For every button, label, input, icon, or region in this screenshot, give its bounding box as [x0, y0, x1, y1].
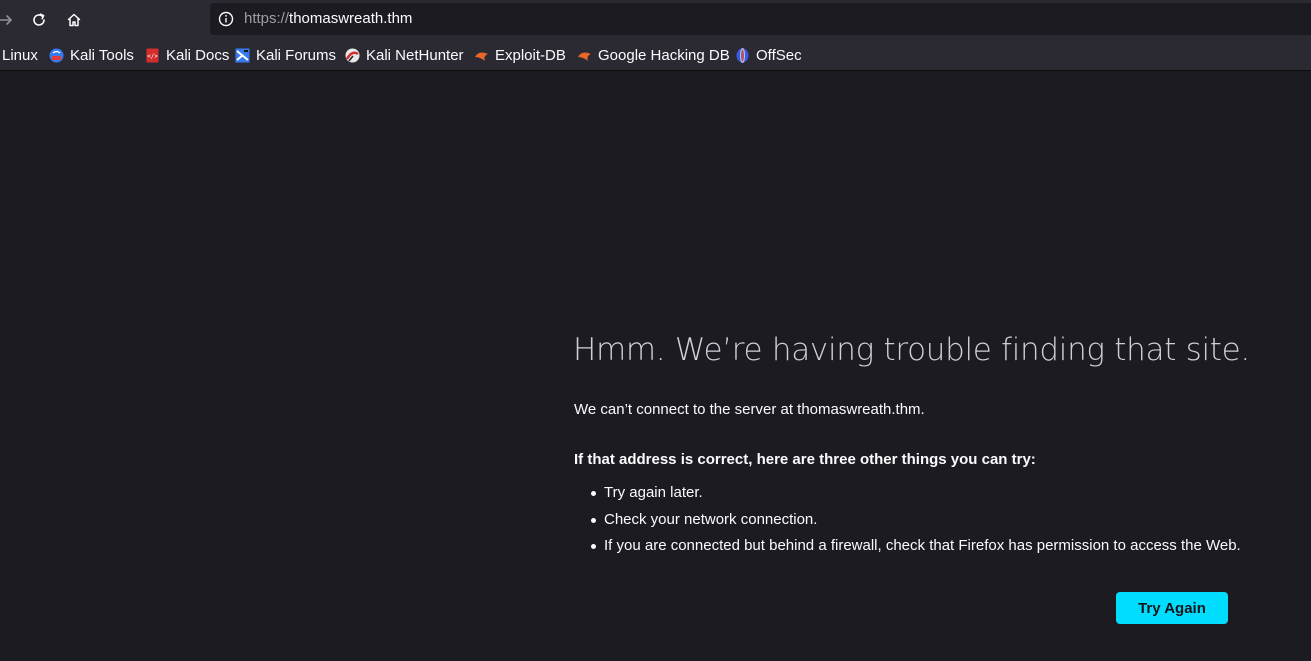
error-title: Hmm. We’re having trouble finding that s… — [573, 332, 1250, 368]
bookmark-label: Google Hacking DB — [598, 46, 730, 64]
kali-forums-icon — [235, 48, 250, 63]
bookmarks-toolbar: Linux Kali Tools </> Kali Docs Kali Foru… — [0, 39, 1311, 71]
suggestion-item: Try again later. — [588, 484, 1241, 511]
kali-nethunter-icon — [345, 48, 360, 63]
bookmark-label: OffSec — [756, 46, 802, 64]
bookmark-label: Kali NetHunter — [366, 46, 464, 64]
svg-text:</>: </> — [147, 53, 158, 60]
bookmark-label: Kali Docs — [166, 46, 230, 64]
bookmark-offsec[interactable]: OffSec — [735, 45, 802, 65]
bookmark-label: Linux — [2, 46, 38, 64]
bookmark-label: Kali Tools — [70, 46, 134, 64]
bookmark-kali-docs[interactable]: </> Kali Docs — [145, 45, 229, 65]
offsec-icon — [735, 47, 750, 63]
home-icon — [66, 12, 82, 28]
error-message: We can’t connect to the server at thomas… — [574, 401, 925, 418]
bookmark-kali-nethunter[interactable]: Kali NetHunter — [345, 45, 464, 65]
ghdb-icon — [577, 48, 592, 63]
url-bar[interactable]: https://thomaswreath.thm — [210, 3, 1311, 35]
home-button[interactable] — [60, 6, 88, 34]
suggestion-item: Check your network connection. — [588, 511, 1241, 538]
bookmark-kali-tools[interactable]: Kali Tools — [49, 45, 134, 65]
suggestion-list: Try again later. Check your network conn… — [588, 484, 1241, 564]
kali-tools-icon — [49, 48, 64, 63]
info-icon[interactable] — [218, 11, 234, 27]
bookmark-exploit-db[interactable]: Exploit-DB — [474, 45, 566, 65]
bookmark-label: Exploit-DB — [495, 46, 566, 64]
bookmark-label: Kali Forums — [256, 46, 337, 64]
reload-button[interactable] — [25, 6, 53, 34]
bookmark-kali-forums[interactable]: Kali Forums — [235, 45, 336, 65]
exploit-db-icon — [474, 48, 489, 63]
bookmark-ghdb[interactable]: Google Hacking DB — [577, 45, 730, 65]
nav-toolbar: https://thomaswreath.thm — [0, 0, 1311, 39]
reload-icon — [31, 12, 47, 28]
url-host: thomaswreath.thm — [289, 10, 413, 27]
bookmark-kali-linux[interactable]: Linux — [2, 45, 38, 65]
forward-button[interactable] — [0, 6, 20, 34]
suggestion-item: If you are connected but behind a firewa… — [588, 537, 1241, 564]
arrow-right-icon — [0, 12, 14, 28]
url-text[interactable]: https://thomaswreath.thm — [244, 10, 412, 27]
try-again-button[interactable]: Try Again — [1116, 592, 1228, 624]
url-scheme: https:// — [244, 10, 290, 27]
kali-docs-icon: </> — [145, 48, 160, 63]
error-subtitle: If that address is correct, here are thr… — [574, 451, 1036, 468]
